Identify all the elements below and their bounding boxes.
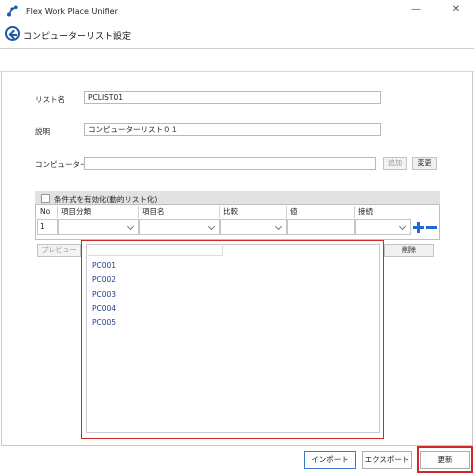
minimize-button[interactable]: — bbox=[404, 3, 428, 17]
column-header-value: 値 bbox=[287, 206, 355, 218]
add-button[interactable]: 追加 bbox=[383, 157, 407, 170]
app-title: Flex Work Place Unifier bbox=[26, 7, 118, 16]
value-input[interactable] bbox=[287, 219, 355, 235]
list-highlight-frame bbox=[81, 240, 384, 439]
condition-row-no: 1 bbox=[37, 219, 58, 235]
update-highlight-frame bbox=[417, 446, 473, 473]
description-label: 説明 bbox=[35, 127, 50, 136]
close-button[interactable]: ✕ bbox=[444, 3, 468, 17]
column-header-connect: 接続 bbox=[358, 207, 373, 216]
computer-name-input[interactable] bbox=[84, 157, 376, 170]
enable-condition-checkbox[interactable] bbox=[41, 194, 50, 203]
compare-dropdown[interactable] bbox=[220, 219, 287, 235]
header-divider bbox=[0, 48, 474, 49]
list-name-input[interactable]: PCLIST01 bbox=[84, 91, 381, 104]
back-arrow-icon[interactable] bbox=[5, 26, 20, 41]
column-header-compare: 比較 bbox=[220, 206, 287, 218]
export-button[interactable]: エクスポート bbox=[362, 451, 412, 469]
remove-condition-icon[interactable] bbox=[426, 222, 437, 233]
column-header-category: 項目分類 bbox=[58, 206, 139, 218]
connect-dropdown[interactable] bbox=[355, 219, 411, 235]
preview-button[interactable]: プレビュー bbox=[37, 244, 81, 257]
description-input[interactable]: コンピューターリスト０１ bbox=[84, 123, 381, 136]
import-button[interactable]: インポート bbox=[304, 451, 356, 469]
app-logo-icon bbox=[6, 5, 18, 17]
list-name-label: リスト名 bbox=[35, 95, 65, 104]
add-condition-icon[interactable] bbox=[413, 222, 424, 233]
column-header-item: 項目名 bbox=[139, 206, 220, 218]
enable-condition-label: 条件式を有効化(動的リスト化) bbox=[54, 195, 158, 204]
category-dropdown[interactable] bbox=[58, 219, 139, 235]
change-button[interactable]: 変更 bbox=[412, 157, 437, 170]
page-title: コンピューターリスト設定 bbox=[23, 32, 132, 42]
column-header-no: No bbox=[37, 206, 58, 218]
item-dropdown[interactable] bbox=[139, 219, 220, 235]
delete-button[interactable]: 削除 bbox=[384, 244, 434, 257]
